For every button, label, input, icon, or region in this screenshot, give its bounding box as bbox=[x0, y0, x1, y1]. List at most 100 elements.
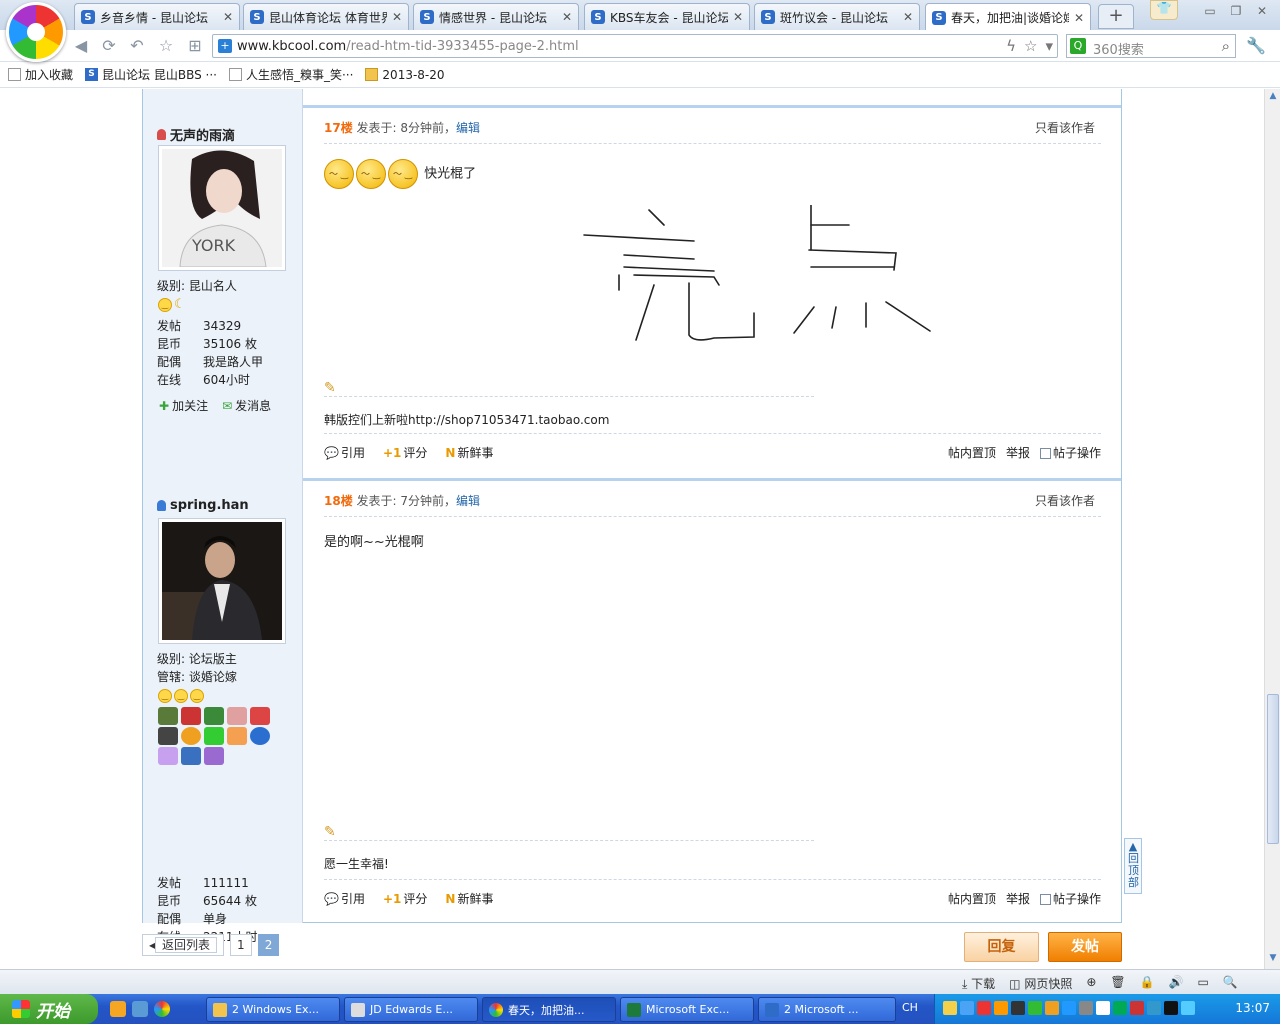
taskbar-item-office[interactable]: 2 Microsoft ... bbox=[758, 997, 896, 1022]
search-box[interactable]: Q 360搜索 ⌕ bbox=[1066, 34, 1236, 58]
tab-xiangyin[interactable]: S 乡音乡情 - 昆山论坛 ✕ bbox=[74, 3, 240, 30]
tab-sports[interactable]: S 昆山体育论坛 体育世界 ✕ bbox=[243, 3, 409, 30]
address-url[interactable]: www.kbcool.com/read-htm-tid-3933455-page… bbox=[237, 39, 579, 54]
close-icon[interactable]: ✕ bbox=[1074, 11, 1084, 25]
minimize-icon[interactable]: ▭ bbox=[1198, 2, 1222, 20]
snapshot-button[interactable]: ◫ 网页快照 bbox=[1009, 975, 1072, 992]
browser-quicklaunch-icon[interactable] bbox=[154, 1001, 170, 1017]
scroll-down-icon[interactable]: ▼ bbox=[1267, 953, 1279, 967]
close-window-icon[interactable]: ✕ bbox=[1250, 2, 1274, 20]
tray-icon[interactable] bbox=[1096, 1001, 1110, 1015]
rate-button[interactable]: +1 评分 bbox=[383, 444, 427, 461]
tray-icon[interactable] bbox=[960, 1001, 974, 1015]
edit-link[interactable]: 编辑 bbox=[456, 494, 480, 508]
only-author-link[interactable]: 只看该作者 bbox=[1035, 492, 1095, 509]
close-icon[interactable]: ✕ bbox=[903, 10, 913, 24]
report-button[interactable]: 举报 bbox=[1006, 890, 1030, 907]
tray-icon[interactable] bbox=[1045, 1001, 1059, 1015]
favorite-star-icon[interactable]: ☆ bbox=[155, 36, 177, 56]
checkbox[interactable] bbox=[1039, 894, 1051, 905]
dropdown-icon[interactable]: ▾ bbox=[1045, 37, 1053, 55]
start-button[interactable]: 开始 bbox=[0, 994, 98, 1024]
scrollbar-thumb[interactable] bbox=[1267, 694, 1279, 844]
taskbar-item-explorer[interactable]: 2 Windows Ex... bbox=[206, 997, 340, 1022]
message-button[interactable]: ✉ 发消息 bbox=[222, 397, 271, 414]
report-button[interactable]: 举报 bbox=[1006, 444, 1030, 461]
clover-icon[interactable] bbox=[204, 727, 224, 745]
close-icon[interactable]: ✕ bbox=[223, 10, 233, 24]
back-to-top-button[interactable]: ▲ 回顶部 bbox=[1124, 838, 1142, 894]
post-ops-toggle[interactable]: 帖子操作 bbox=[1039, 444, 1101, 461]
medal-icon[interactable] bbox=[158, 707, 178, 725]
bookmark-kunshan-bbs[interactable]: S 昆山论坛 昆山BBS ··· bbox=[85, 66, 217, 83]
quote-button[interactable]: 💬 引用 bbox=[324, 444, 365, 461]
tab-emotion[interactable]: S 情感世界 - 昆山论坛 ✕ bbox=[413, 3, 579, 30]
taskbar-item-browser[interactable]: 春天，加把油... bbox=[482, 997, 616, 1022]
medal-icon[interactable] bbox=[227, 707, 247, 725]
tray-icon[interactable] bbox=[994, 1001, 1008, 1015]
taskbar-item-excel[interactable]: Microsoft Exc... bbox=[620, 997, 754, 1022]
news-button[interactable]: N 新鲜事 bbox=[445, 890, 493, 907]
quote-button[interactable]: 💬 引用 bbox=[324, 890, 365, 907]
rate-button[interactable]: +1 评分 bbox=[383, 890, 427, 907]
new-post-button[interactable]: 发帖 bbox=[1048, 932, 1122, 962]
back-icon[interactable]: ◀ bbox=[70, 36, 92, 56]
quicklaunch-icon[interactable] bbox=[132, 1001, 148, 1017]
checkbox[interactable] bbox=[1039, 448, 1051, 459]
skin-icon[interactable]: 👕 bbox=[1150, 0, 1178, 20]
only-author-link[interactable]: 只看该作者 bbox=[1035, 119, 1095, 136]
language-indicator[interactable]: CH bbox=[902, 1001, 918, 1014]
author-name[interactable]: 无声的雨滴 bbox=[157, 125, 235, 144]
search-engine-icon[interactable]: Q bbox=[1070, 38, 1086, 54]
quicklaunch-icon[interactable] bbox=[110, 1001, 126, 1017]
medal-icon[interactable] bbox=[227, 727, 247, 745]
camera-icon[interactable] bbox=[158, 727, 178, 745]
lightning-icon[interactable]: ϟ bbox=[1006, 37, 1016, 55]
avatar[interactable]: YORK bbox=[158, 145, 286, 271]
close-icon[interactable]: ✕ bbox=[562, 10, 572, 24]
zoom-icon[interactable]: ⊕ bbox=[1086, 975, 1096, 992]
grid-icon[interactable]: ⊞ bbox=[184, 36, 206, 56]
follow-button[interactable]: ✚ 加关注 bbox=[159, 397, 208, 414]
star-medal-icon[interactable] bbox=[181, 747, 201, 765]
new-tab-button[interactable]: + bbox=[1098, 4, 1134, 29]
download-button[interactable]: ⤓ 下载 bbox=[962, 975, 995, 992]
tools-wrench-icon[interactable]: 🔧 bbox=[1246, 36, 1266, 55]
search-zoom-icon[interactable]: 🔍 bbox=[1223, 975, 1238, 992]
scroll-up-icon[interactable]: ▲ bbox=[1267, 91, 1279, 105]
search-input[interactable]: 360搜索 bbox=[1093, 39, 1144, 58]
bookmark-life[interactable]: 人生感悟_糗事_笑··· bbox=[228, 66, 353, 83]
tray-icon[interactable] bbox=[1130, 1001, 1144, 1015]
page-link-1[interactable]: 1 bbox=[230, 934, 252, 956]
edit-link[interactable]: 编辑 bbox=[456, 121, 480, 135]
bookmark-add-favorite[interactable]: 加入收藏 bbox=[8, 66, 73, 83]
tray-icon[interactable] bbox=[1062, 1001, 1076, 1015]
bookmark-star-icon[interactable]: ☆ bbox=[1024, 37, 1037, 55]
pin-button[interactable]: 帖内置顶 bbox=[948, 444, 996, 461]
medal-icon[interactable] bbox=[181, 727, 201, 745]
browser-logo-icon[interactable] bbox=[6, 2, 66, 62]
refresh-icon[interactable]: ⟳ bbox=[98, 36, 120, 56]
tray-icon[interactable] bbox=[1028, 1001, 1042, 1015]
maximize-icon[interactable]: ❐ bbox=[1224, 2, 1248, 20]
page-link-2-current[interactable]: 2 bbox=[257, 934, 280, 956]
search-icon[interactable]: ⌕ bbox=[1222, 37, 1230, 55]
post-ops-toggle[interactable]: 帖子操作 bbox=[1039, 890, 1101, 907]
avatar[interactable] bbox=[158, 518, 286, 644]
crown-icon[interactable] bbox=[158, 747, 178, 765]
tray-icon[interactable] bbox=[1164, 1001, 1178, 1015]
lock-icon[interactable]: 🔒 bbox=[1140, 975, 1155, 992]
globe-icon[interactable] bbox=[250, 727, 270, 745]
medal-icon[interactable] bbox=[181, 707, 201, 725]
author-name[interactable]: spring.han bbox=[157, 498, 249, 513]
pin-button[interactable]: 帖内置顶 bbox=[948, 890, 996, 907]
tab-current[interactable]: S 春天，加把油|谈婚论嫁 ✕ bbox=[925, 3, 1091, 31]
clock[interactable]: 13:07 bbox=[1235, 1001, 1270, 1015]
tray-icon[interactable] bbox=[1011, 1001, 1025, 1015]
tab-moderators[interactable]: S 斑竹议会 - 昆山论坛 ✕ bbox=[754, 3, 920, 30]
back-to-list-button[interactable]: ◂ 返回列表 bbox=[142, 934, 225, 956]
address-bar[interactable]: + www.kbcool.com/read-htm-tid-3933455-pa… bbox=[212, 34, 1058, 58]
close-icon[interactable]: ✕ bbox=[392, 10, 402, 24]
tray-icon[interactable] bbox=[1147, 1001, 1161, 1015]
close-icon[interactable]: ✕ bbox=[733, 10, 743, 24]
